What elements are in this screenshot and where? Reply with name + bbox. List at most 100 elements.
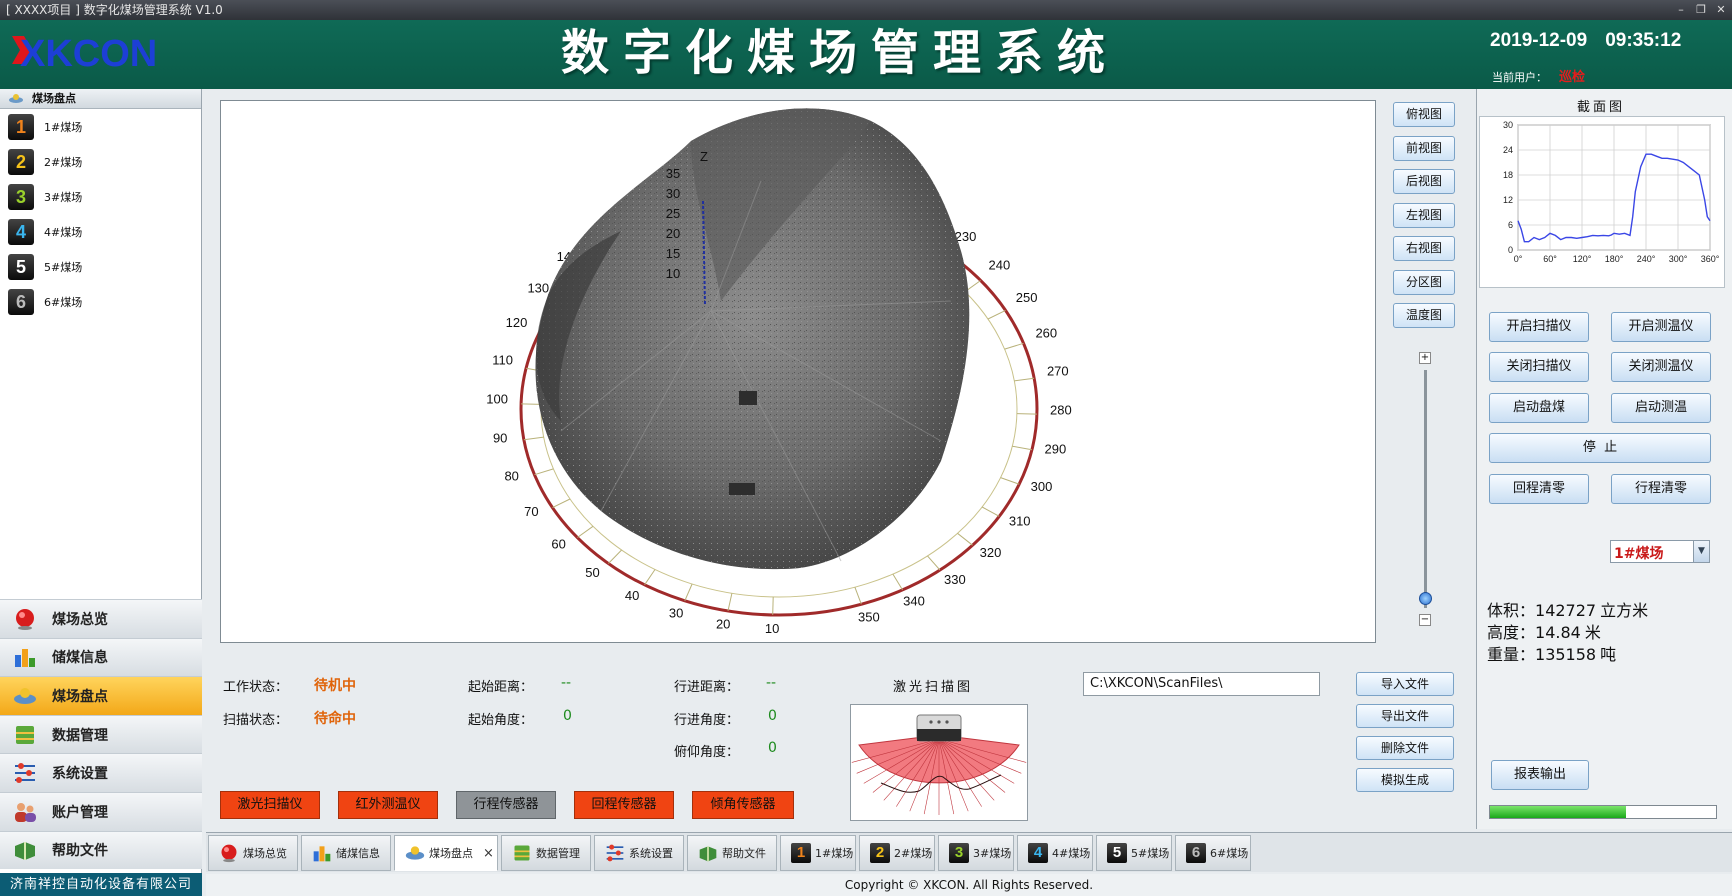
yard-number-badge: 2 [870,843,890,863]
tree-item-yard-4[interactable]: 4 4#煤场 [0,214,201,249]
tree-root[interactable]: 煤场盘点 [0,89,201,109]
book-icon [699,846,717,862]
start-distance-value: -- [561,675,572,691]
travel-zero-button[interactable]: 行程清零 [1611,474,1711,504]
start-temperature-button[interactable]: 启动测温 [1611,393,1711,423]
ring-label: 300 [1031,479,1053,494]
sliders-icon [606,844,624,862]
z-tick-label: 30 [666,186,680,201]
nav-item-0[interactable]: 煤场总览 [0,599,202,638]
tree-item-label: 6#煤场 [44,295,83,309]
tree-item-yard-6[interactable]: 6 6#煤场 [0,284,201,319]
tree-item-yard-2[interactable]: 2 2#煤场 [0,144,201,179]
nav-item-5[interactable]: 账户管理 [0,791,202,831]
window-title: [ XXXX项目 ] 数字化煤场管理系统 V1.0 [6,3,223,17]
tree-item-yard-3[interactable]: 3 3#煤场 [0,179,201,214]
ring-tick [1012,445,1032,451]
volume-row: 体积：142727 立方米 [1487,600,1648,622]
tab-3[interactable]: 数据管理 [501,835,591,871]
ring-label: 340 [903,594,925,609]
tab-9[interactable]: 4 4#煤场 [1017,835,1093,871]
profile-chart-box: 0 6 12 18 24 30 0° 60° 120° 180° 240° 300° 360° [1479,116,1725,288]
start-scanner-button[interactable]: 开启扫描仪 [1489,312,1589,342]
height-label: 高度： [1487,623,1536,642]
stats: 体积：142727 立方米 高度：14.84 米 重量：135158 吨 [1487,600,1648,666]
report-output-button[interactable]: 报表输出 [1491,760,1589,790]
file-button-1[interactable]: 导出文件 [1356,704,1454,728]
yard-select[interactable]: 1#煤场 ▼ [1610,540,1710,563]
ring-tick [892,573,903,591]
nav-item-3[interactable]: 数据管理 [0,714,202,754]
volume-value: 142727 [1535,601,1597,620]
file-button-0[interactable]: 导入文件 [1356,672,1454,696]
zoom-in-icon[interactable]: + [1419,352,1431,364]
view-button-6[interactable]: 温度图 [1393,303,1455,328]
tab-5[interactable]: 帮助文件 [687,835,777,871]
tab-0[interactable]: 煤场总览 [208,835,298,871]
left-panel: 煤场盘点 1 1#煤场 2 2#煤场 3 3#煤场 4 4#煤场 5 5#煤场 6 6#煤场 煤场总览… [0,89,202,896]
nav-item-4[interactable]: 系统设置 [0,753,202,792]
nav-item-2[interactable]: 煤场盘点 [0,676,202,715]
pitch-angle-value: 0 [768,740,777,756]
zoom-out-icon[interactable]: − [1419,614,1431,626]
restore-icon[interactable]: ❐ [1694,0,1708,20]
tab-1[interactable]: 储煤信息 [301,835,391,871]
view-button-1[interactable]: 前视图 [1393,135,1455,161]
view-button-5[interactable]: 分区图 [1393,269,1455,295]
weight-label: 重量： [1487,645,1536,664]
profile-x-tick: 360° [1701,254,1720,264]
weight-value: 135158 [1535,645,1597,664]
tab-6[interactable]: 1 1#煤场 [780,835,856,871]
database-icon [514,845,530,861]
close-icon[interactable]: ✕ [1714,0,1728,20]
ring-label: 110 [492,353,513,368]
ring-label: 20 [716,617,730,632]
height-unit: 米 [1584,623,1601,642]
stop-button[interactable]: 停 止 [1489,433,1711,463]
zoom-track[interactable] [1424,370,1427,608]
ring-tick [1000,477,1020,485]
ring-tick [577,525,594,538]
ring-tick [727,593,733,612]
ring-label: 100 [486,392,508,407]
file-button-3[interactable]: 模拟生成 [1356,768,1454,792]
chevron-down-icon[interactable]: ▼ [1693,541,1709,562]
tab-close-icon[interactable]: × [483,846,494,861]
scan-files-path-input[interactable]: C:\XKCON\ScanFiles\ [1083,672,1320,696]
return-zero-button[interactable]: 回程清零 [1489,474,1589,504]
red-ball-icon [16,608,34,630]
start-inventory-button[interactable]: 启动盘煤 [1489,393,1589,423]
laser-scan-title: 激光扫描图 [893,680,974,695]
3d-viewer[interactable]: 1020304050607080901001101201301402002102… [220,100,1376,643]
file-button-2[interactable]: 删除文件 [1356,736,1454,760]
ring-tick [987,309,1006,320]
zoom-knob[interactable] [1419,592,1432,606]
ring-label: 280 [1050,403,1072,418]
start-angle-label: 起始角度： [468,713,534,728]
ring-label: 260 [1035,326,1057,341]
tab-10[interactable]: 5 5#煤场 [1096,835,1172,871]
nav-item-1[interactable]: 储煤信息 [0,637,202,677]
travel-angle-value: 0 [768,708,777,724]
start-thermometer-button[interactable]: 开启测温仪 [1611,312,1711,342]
coal-pile-3d-render[interactable]: 1020304050607080901001101201301402002102… [221,101,1375,642]
tree-item-yard-1[interactable]: 1 1#煤场 [0,109,201,144]
zoom-slider[interactable]: + − [1415,352,1435,628]
close-thermometer-button[interactable]: 关闭测温仪 [1611,352,1711,382]
tab-8[interactable]: 3 3#煤场 [938,835,1014,871]
nav-item-6[interactable]: 帮助文件 [0,830,202,870]
view-button-3[interactable]: 左视图 [1393,202,1455,228]
view-button-4[interactable]: 右视图 [1393,236,1455,261]
tab-4[interactable]: 系统设置 [594,835,684,871]
minimize-icon[interactable]: – [1674,0,1688,20]
app-title: 数字化煤场管理系统 [560,25,1119,81]
tab-11[interactable]: 6 6#煤场 [1175,835,1251,871]
work-status-label: 工作状态： [223,680,289,695]
tab-2[interactable]: 煤场盘点 × [394,835,498,871]
view-button-2[interactable]: 后视图 [1393,169,1455,194]
view-button-0[interactable]: 俯视图 [1393,102,1455,127]
tab-7[interactable]: 2 2#煤场 [859,835,935,871]
logo-text: XKCON [20,33,157,75]
close-scanner-button[interactable]: 关闭扫描仪 [1489,352,1589,382]
tree-item-yard-5[interactable]: 5 5#煤场 [0,249,201,284]
